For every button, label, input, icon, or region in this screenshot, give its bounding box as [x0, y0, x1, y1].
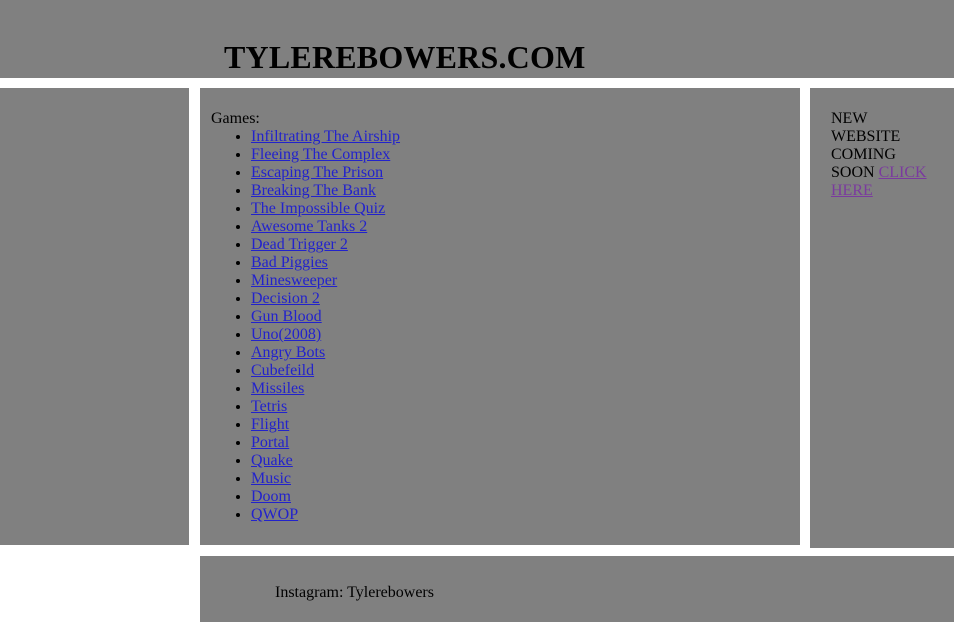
- games-link-list: Infiltrating The AirshipFleeing The Comp…: [200, 128, 400, 524]
- game-link[interactable]: Infiltrating The Airship: [251, 128, 400, 145]
- right-sidebar-panel: NEW WEBSITE COMING SOON CLICK HERE: [810, 88, 954, 548]
- page-title: TYLEREBOWERS.COM: [224, 39, 586, 75]
- list-item: Uno(2008): [251, 326, 400, 344]
- main-content-panel: Games: Infiltrating The AirshipFleeing T…: [200, 88, 800, 545]
- list-item: Fleeing The Complex: [251, 146, 400, 164]
- game-link[interactable]: Gun Blood: [251, 308, 322, 325]
- game-link[interactable]: Dead Trigger 2: [251, 236, 348, 253]
- game-link[interactable]: Missiles: [251, 380, 304, 397]
- games-heading: Games:: [211, 110, 260, 127]
- game-link[interactable]: QWOP: [251, 506, 298, 523]
- new-website-notice: NEW WEBSITE COMING SOON CLICK HERE: [831, 110, 939, 200]
- list-item: Awesome Tanks 2: [251, 218, 400, 236]
- game-link[interactable]: Breaking The Bank: [251, 182, 376, 199]
- game-link[interactable]: Portal: [251, 434, 289, 451]
- game-link[interactable]: Quake: [251, 452, 293, 469]
- list-item: Decision 2: [251, 290, 400, 308]
- list-item: Escaping The Prison: [251, 164, 400, 182]
- list-item: QWOP: [251, 506, 400, 524]
- game-link[interactable]: Uno(2008): [251, 326, 321, 343]
- list-item: Music: [251, 470, 400, 488]
- game-link[interactable]: Doom: [251, 488, 291, 505]
- list-item: Minesweeper: [251, 272, 400, 290]
- game-link[interactable]: Escaping The Prison: [251, 164, 383, 181]
- left-sidebar-panel: [0, 88, 189, 545]
- list-item: Angry Bots: [251, 344, 400, 362]
- game-link[interactable]: Bad Piggies: [251, 254, 328, 271]
- game-link[interactable]: Decision 2: [251, 290, 320, 307]
- list-item: The Impossible Quiz: [251, 200, 400, 218]
- list-item: Portal: [251, 434, 400, 452]
- game-link[interactable]: Fleeing The Complex: [251, 146, 390, 163]
- list-item: Cubefeild: [251, 362, 400, 380]
- list-item: Infiltrating The Airship: [251, 128, 400, 146]
- game-link[interactable]: Music: [251, 470, 291, 487]
- game-link[interactable]: Minesweeper: [251, 272, 337, 289]
- list-item: Gun Blood: [251, 308, 400, 326]
- game-link[interactable]: Awesome Tanks 2: [251, 218, 367, 235]
- game-link[interactable]: Flight: [251, 416, 289, 433]
- header-band: TYLEREBOWERS.COM: [0, 0, 954, 78]
- list-item: Bad Piggies: [251, 254, 400, 272]
- list-item: Flight: [251, 416, 400, 434]
- list-item: Quake: [251, 452, 400, 470]
- list-item: Tetris: [251, 398, 400, 416]
- list-item: Dead Trigger 2: [251, 236, 400, 254]
- instagram-handle: Instagram: Tylerebowers: [275, 584, 434, 601]
- list-item: Doom: [251, 488, 400, 506]
- game-link[interactable]: The Impossible Quiz: [251, 200, 385, 217]
- game-link[interactable]: Angry Bots: [251, 344, 325, 361]
- footer-band: Instagram: Tylerebowers: [200, 556, 954, 622]
- game-link[interactable]: Tetris: [251, 398, 287, 415]
- list-item: Breaking The Bank: [251, 182, 400, 200]
- list-item: Missiles: [251, 380, 400, 398]
- game-link[interactable]: Cubefeild: [251, 362, 314, 379]
